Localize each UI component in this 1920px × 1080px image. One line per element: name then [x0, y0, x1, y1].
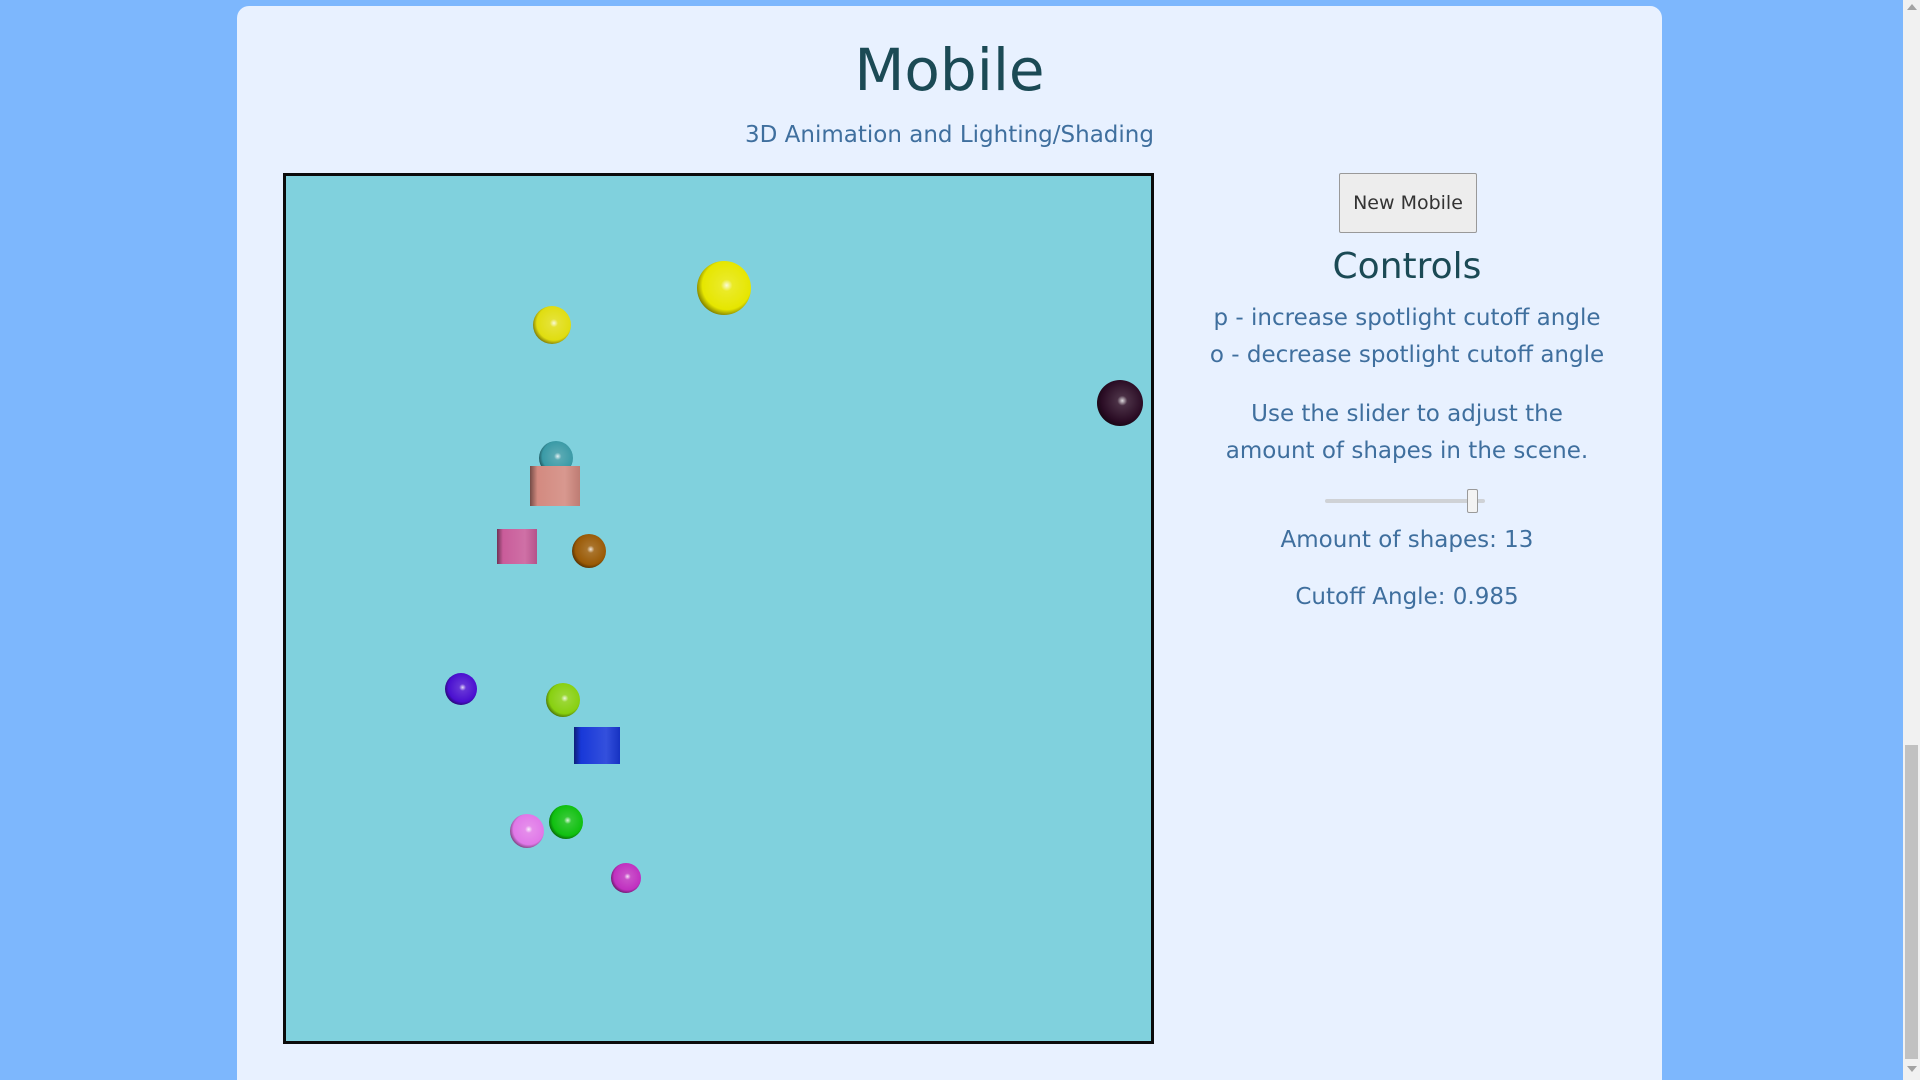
scroll-down-icon[interactable]: [1907, 1066, 1917, 1072]
cutoff-readout: Cutoff Angle: 0.985: [1295, 584, 1519, 610]
scroll-up-icon[interactable]: [1907, 4, 1917, 10]
page-title: Mobile: [854, 36, 1045, 104]
yellow-sphere: [697, 261, 751, 315]
magenta-sphere: [611, 863, 641, 893]
brown-sphere: [572, 534, 606, 568]
key-hint-p: p - increase spotlight cutoff angle: [1213, 305, 1601, 331]
slider-instructions: Use the slider to adjust the amount of s…: [1225, 401, 1589, 464]
page-scrollbar[interactable]: [1903, 0, 1920, 1080]
new-mobile-button[interactable]: New Mobile: [1339, 173, 1477, 233]
purple-sphere: [445, 673, 477, 705]
blue-cube: [574, 727, 620, 764]
green-sphere: [549, 805, 583, 839]
scroll-thumb[interactable]: [1905, 745, 1918, 1059]
violet-sphere: [510, 814, 544, 848]
controls-heading: Controls: [1332, 246, 1482, 287]
amount-readout: Amount of shapes: 13: [1280, 527, 1534, 553]
yellow-sphere-small: [533, 306, 571, 344]
shape-count-slider[interactable]: [1325, 489, 1485, 513]
key-hint-o: o - decrease spotlight cutoff angle: [1209, 342, 1605, 368]
lime-sphere: [546, 683, 580, 717]
salmon-cube: [530, 466, 580, 506]
webgl-canvas[interactable]: [283, 173, 1154, 1044]
pink-cube: [497, 529, 537, 564]
dark-sphere: [1097, 380, 1143, 426]
page-subtitle: 3D Animation and Lighting/Shading: [745, 122, 1154, 148]
slider-thumb[interactable]: [1467, 489, 1478, 513]
scene-svg: [445, 261, 1143, 893]
slider-track[interactable]: [1325, 499, 1485, 503]
